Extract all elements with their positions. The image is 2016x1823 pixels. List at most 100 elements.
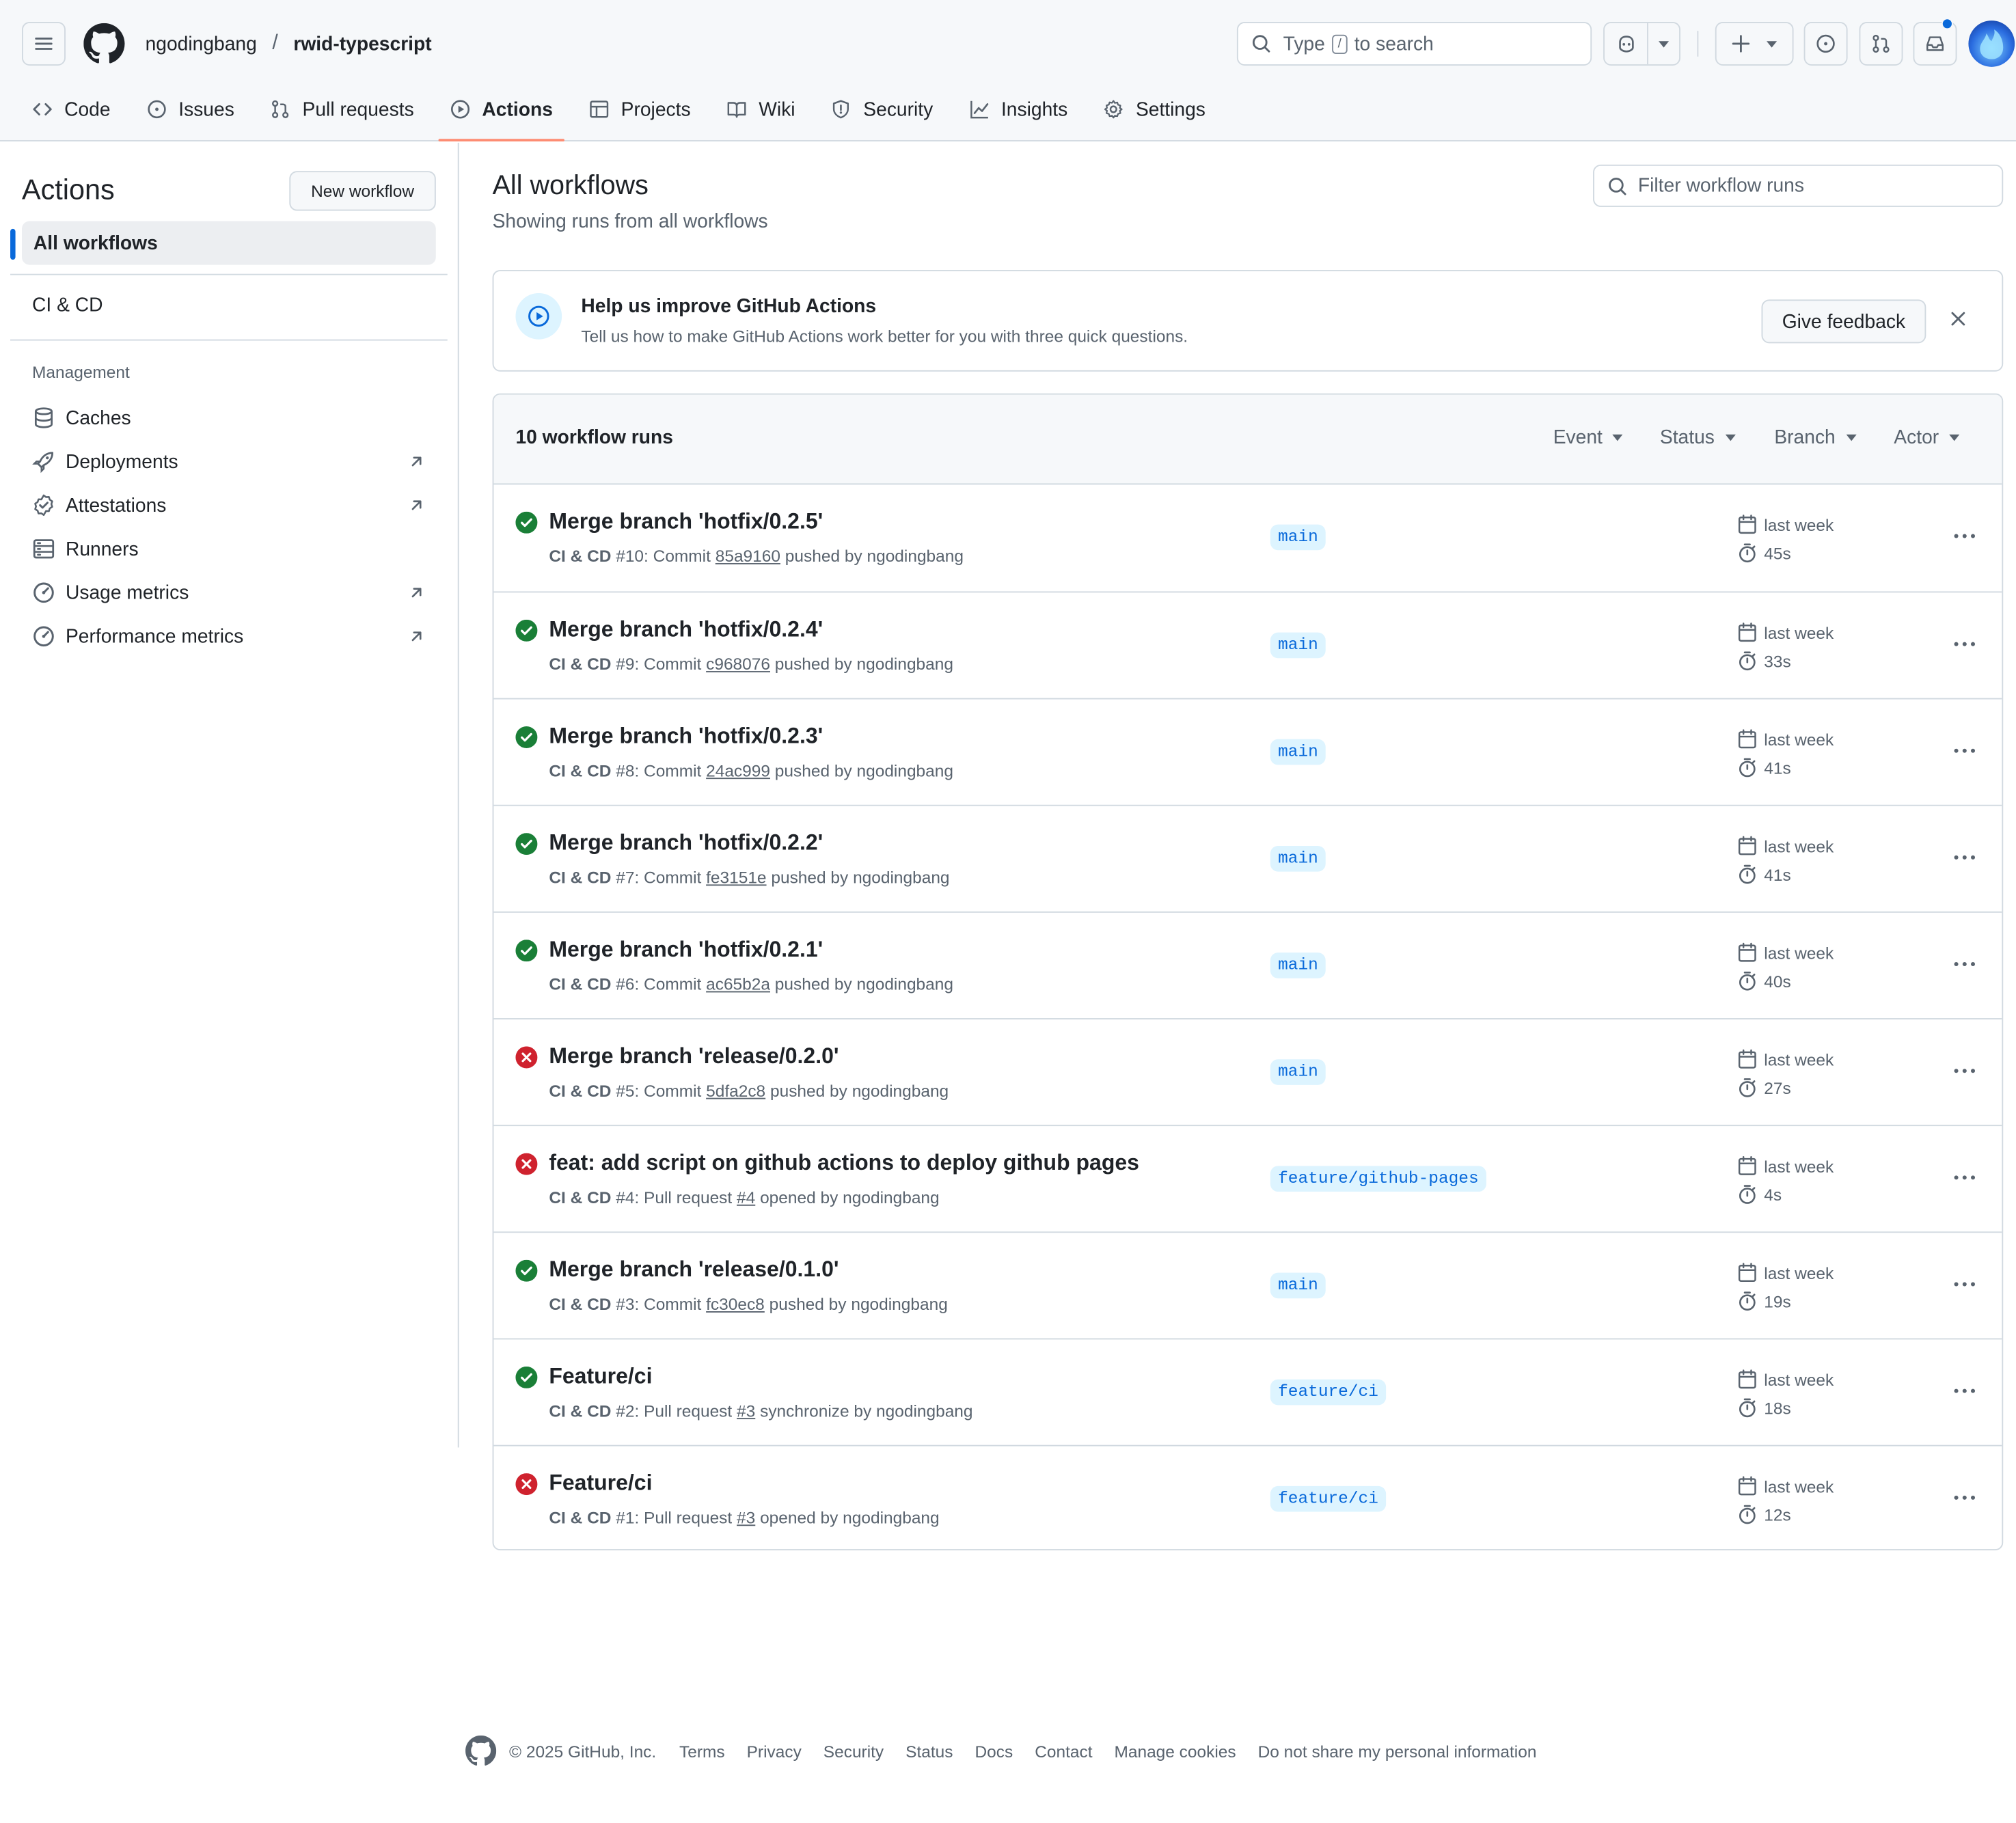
run-title-link[interactable]: Merge branch 'hotfix/0.2.5' bbox=[549, 509, 823, 535]
run-ref-link[interactable]: fc30ec8 bbox=[706, 1295, 765, 1314]
run-branch-label[interactable]: main bbox=[1270, 845, 1326, 872]
run-ref-link[interactable]: 24ac999 bbox=[706, 761, 770, 780]
tab-pull-requests[interactable]: Pull requests bbox=[260, 85, 424, 133]
run-more-actions-button[interactable] bbox=[1952, 738, 1978, 764]
tab-actions[interactable]: Actions bbox=[438, 85, 564, 141]
give-feedback-button[interactable]: Give feedback bbox=[1761, 299, 1926, 344]
run-actor[interactable]: ngodingbang bbox=[867, 547, 964, 566]
run-more-actions-button[interactable] bbox=[1952, 845, 1978, 871]
pull-requests-shortcut-button[interactable] bbox=[1859, 21, 1903, 66]
tab-code[interactable]: Code bbox=[32, 85, 121, 133]
create-new-button[interactable] bbox=[1715, 21, 1794, 66]
run-title-link[interactable]: Merge branch 'release/0.1.0' bbox=[549, 1257, 839, 1283]
run-ref-link[interactable]: 85a9160 bbox=[716, 547, 780, 566]
footer-link-privacy[interactable]: Privacy bbox=[747, 1741, 802, 1760]
workflow-run-row[interactable]: Merge branch 'hotfix/0.2.5' CI & CD #10: … bbox=[493, 484, 2002, 591]
run-more-actions-button[interactable] bbox=[1952, 1272, 1978, 1298]
github-logo-icon[interactable] bbox=[83, 23, 125, 64]
run-branch-label[interactable]: main bbox=[1270, 1272, 1326, 1299]
branch-filter-dropdown[interactable]: Branch bbox=[1774, 427, 1856, 449]
tab-settings[interactable]: Settings bbox=[1093, 85, 1216, 133]
copilot-button[interactable] bbox=[1605, 23, 1648, 65]
tab-issues[interactable]: Issues bbox=[136, 85, 245, 133]
sidebar-item-performance-metrics[interactable]: Performance metrics bbox=[32, 621, 424, 652]
run-branch-label[interactable]: main bbox=[1270, 739, 1326, 765]
repo-name-link[interactable]: rwid-typescript bbox=[293, 33, 431, 55]
run-title-link[interactable]: Feature/ci bbox=[549, 1364, 652, 1390]
run-more-actions-button[interactable] bbox=[1952, 1165, 1978, 1191]
footer-link-manage-cookies[interactable]: Manage cookies bbox=[1114, 1741, 1236, 1760]
tab-projects[interactable]: Projects bbox=[579, 85, 701, 133]
workflow-run-row[interactable]: Merge branch 'hotfix/0.2.3' CI & CD #8: C… bbox=[493, 698, 2002, 805]
tab-wiki[interactable]: Wiki bbox=[716, 85, 805, 133]
tab-security[interactable]: Security bbox=[821, 85, 943, 133]
run-branch-label[interactable]: main bbox=[1270, 524, 1326, 551]
run-ref-link[interactable]: c968076 bbox=[706, 655, 770, 674]
run-more-actions-button[interactable] bbox=[1952, 1485, 1978, 1511]
filter-workflow-runs-input[interactable]: Filter workflow runs bbox=[1593, 164, 2004, 207]
status-filter-dropdown[interactable]: Status bbox=[1660, 427, 1736, 449]
sidebar-item-caches[interactable]: Caches bbox=[32, 402, 424, 433]
workflow-run-row[interactable]: feat: add script on github actions to de… bbox=[493, 1125, 2002, 1231]
workflow-run-row[interactable]: Merge branch 'hotfix/0.2.2' CI & CD #7: C… bbox=[493, 804, 2002, 911]
footer-link-security[interactable]: Security bbox=[823, 1741, 884, 1760]
run-ref-link[interactable]: 5dfa2c8 bbox=[706, 1081, 765, 1100]
run-title-link[interactable]: Merge branch 'release/0.2.0' bbox=[549, 1044, 839, 1070]
new-workflow-button[interactable]: New workflow bbox=[289, 171, 436, 211]
global-search-input[interactable]: Type / to search bbox=[1236, 21, 1592, 66]
run-more-actions-button[interactable] bbox=[1952, 951, 1978, 977]
run-more-actions-button[interactable] bbox=[1952, 1378, 1978, 1404]
sidebar-item-ci-cd[interactable]: CI & CD bbox=[32, 294, 103, 316]
notifications-button[interactable] bbox=[1913, 18, 1957, 66]
run-ref-link[interactable]: fe3151e bbox=[706, 868, 766, 887]
run-branch-label[interactable]: main bbox=[1270, 632, 1326, 659]
run-title-link[interactable]: Merge branch 'hotfix/0.2.3' bbox=[549, 724, 823, 750]
run-actor[interactable]: ngodingbang bbox=[853, 868, 949, 887]
run-actor[interactable]: ngodingbang bbox=[857, 655, 953, 674]
run-actor[interactable]: ngodingbang bbox=[876, 1401, 972, 1421]
workflow-run-row[interactable]: Merge branch 'hotfix/0.2.1' CI & CD #6: C… bbox=[493, 911, 2002, 1018]
run-title-link[interactable]: Feature/ci bbox=[549, 1470, 652, 1496]
run-actor[interactable]: ngodingbang bbox=[852, 1081, 949, 1100]
run-more-actions-button[interactable] bbox=[1952, 1058, 1978, 1084]
run-actor[interactable]: ngodingbang bbox=[857, 761, 953, 780]
footer-link-terms[interactable]: Terms bbox=[679, 1741, 725, 1760]
github-logo-icon[interactable] bbox=[465, 1735, 497, 1766]
repo-owner-link[interactable]: ngodingbang bbox=[146, 33, 257, 55]
sidebar-item-usage-metrics[interactable]: Usage metrics bbox=[32, 577, 424, 608]
footer-link-contact[interactable]: Contact bbox=[1035, 1741, 1092, 1760]
run-ref-link[interactable]: ac65b2a bbox=[706, 974, 770, 993]
event-filter-dropdown[interactable]: Event bbox=[1553, 427, 1624, 449]
workflow-run-row[interactable]: Feature/ci CI & CD #2: Pull request #3 sy… bbox=[493, 1338, 2002, 1445]
run-actor[interactable]: ngodingbang bbox=[857, 974, 953, 993]
footer-link-do-not-share-my-personal-information[interactable]: Do not share my personal information bbox=[1258, 1741, 1537, 1760]
tab-insights[interactable]: Insights bbox=[959, 85, 1078, 133]
run-title-link[interactable]: Merge branch 'hotfix/0.2.4' bbox=[549, 617, 823, 643]
run-more-actions-button[interactable] bbox=[1952, 631, 1978, 657]
copilot-menu-button[interactable] bbox=[1648, 23, 1679, 64]
run-ref-link[interactable]: #3 bbox=[737, 1401, 755, 1421]
workflow-run-row[interactable]: Merge branch 'release/0.2.0' CI & CD #5: … bbox=[493, 1018, 2002, 1125]
footer-link-docs[interactable]: Docs bbox=[975, 1741, 1013, 1760]
run-branch-label[interactable]: main bbox=[1270, 952, 1326, 978]
run-ref-link[interactable]: #4 bbox=[737, 1188, 755, 1207]
run-actor[interactable]: ngodingbang bbox=[851, 1295, 947, 1314]
workflow-run-row[interactable]: Merge branch 'release/0.1.0' CI & CD #3: … bbox=[493, 1231, 2002, 1338]
dismiss-banner-button[interactable] bbox=[1948, 309, 1968, 329]
sidebar-item-all-workflows[interactable]: All workflows bbox=[21, 221, 436, 265]
run-branch-label[interactable]: feature/ci bbox=[1270, 1485, 1387, 1512]
run-ref-link[interactable]: #3 bbox=[737, 1508, 755, 1527]
user-avatar[interactable] bbox=[1968, 20, 2015, 67]
run-branch-label[interactable]: feature/ci bbox=[1270, 1379, 1387, 1406]
run-actor[interactable]: ngodingbang bbox=[843, 1188, 939, 1207]
sidebar-item-runners[interactable]: Runners bbox=[32, 534, 424, 564]
workflow-run-row[interactable]: Feature/ci CI & CD #1: Pull request #3 op… bbox=[493, 1444, 2002, 1549]
actor-filter-dropdown[interactable]: Actor bbox=[1894, 427, 1960, 449]
footer-link-status[interactable]: Status bbox=[905, 1741, 953, 1760]
sidebar-item-attestations[interactable]: Attestations bbox=[32, 490, 424, 521]
run-more-actions-button[interactable] bbox=[1952, 523, 1978, 549]
run-branch-label[interactable]: main bbox=[1270, 1059, 1326, 1085]
workflow-run-row[interactable]: Merge branch 'hotfix/0.2.4' CI & CD #9: C… bbox=[493, 591, 2002, 698]
run-title-link[interactable]: Merge branch 'hotfix/0.2.2' bbox=[549, 830, 823, 856]
run-title-link[interactable]: feat: add script on github actions to de… bbox=[549, 1151, 1139, 1177]
